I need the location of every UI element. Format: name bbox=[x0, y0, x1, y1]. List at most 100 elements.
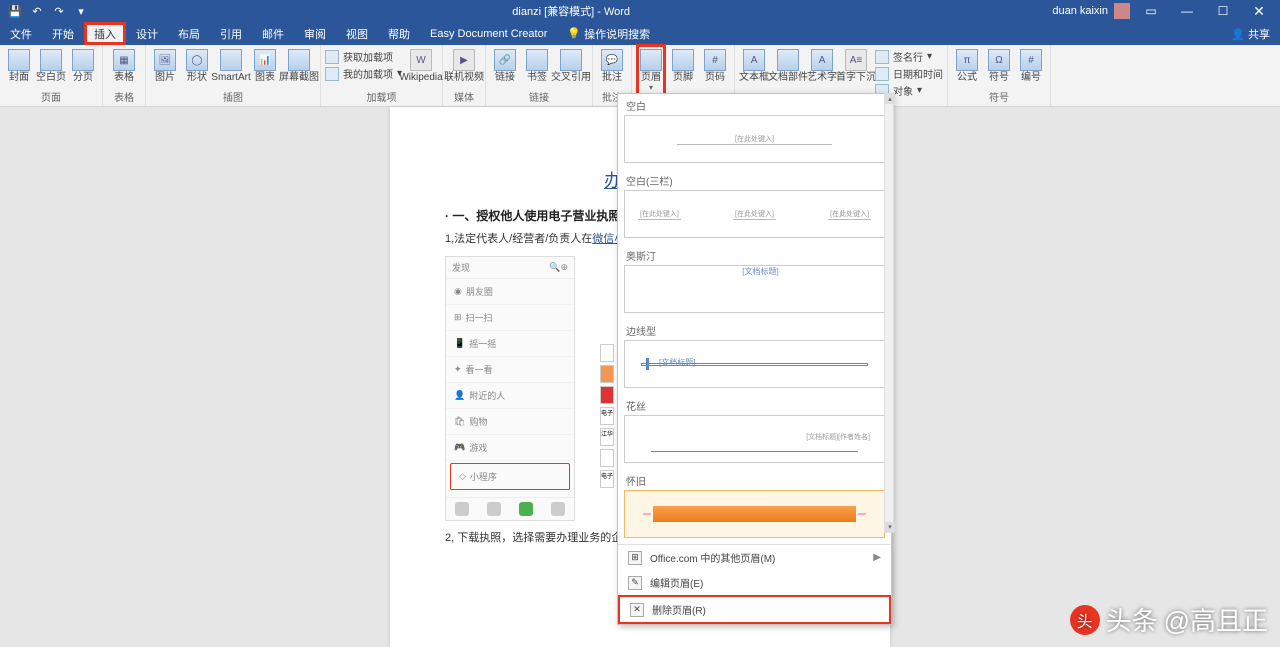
signature-line-button[interactable]: 签名行 ▾ bbox=[875, 49, 943, 64]
get-addins-button[interactable]: 获取加载项 bbox=[325, 49, 402, 64]
screenshot-button[interactable]: 屏幕截图 bbox=[282, 47, 316, 83]
footer-button[interactable]: 页脚 bbox=[668, 47, 698, 83]
gallery-section-label: 奥斯汀 bbox=[618, 244, 891, 265]
equation-button[interactable]: π公式 bbox=[952, 47, 982, 83]
textbox-button[interactable]: A文本框 bbox=[739, 47, 769, 83]
gallery-item-filigree[interactable]: [文档标题][作者姓名] bbox=[624, 415, 885, 463]
title-bar: 💾 ↶ ↷ ▾ dianzi [兼容模式] - Word duan kaixin… bbox=[0, 0, 1280, 22]
tab-insert[interactable]: 插入 bbox=[84, 22, 126, 45]
group-media: ▶联机视频 媒体 bbox=[443, 45, 486, 106]
smartart-icon bbox=[220, 49, 242, 71]
save-icon[interactable]: 💾 bbox=[6, 2, 24, 20]
shapes-button[interactable]: ◯形状 bbox=[182, 47, 212, 83]
cover-page-button[interactable]: 封面 bbox=[4, 47, 34, 83]
page-icon bbox=[8, 49, 30, 71]
share-button[interactable]: 👤 共享 bbox=[1231, 26, 1270, 42]
scroll-down-icon[interactable]: ▾ bbox=[885, 522, 895, 532]
bookmark-button[interactable]: 书签 bbox=[522, 47, 552, 83]
remove-header-menu-item[interactable]: ✕ 删除页眉(R) bbox=[618, 595, 891, 624]
gallery-item-blank[interactable]: [在此处键入] bbox=[624, 115, 885, 163]
redo-icon[interactable]: ↷ bbox=[50, 2, 68, 20]
watermark: 头 头条 @高且正 bbox=[1070, 601, 1268, 638]
tab-review[interactable]: 审阅 bbox=[294, 22, 336, 45]
shapes-icon: ◯ bbox=[186, 49, 208, 71]
smartart-button[interactable]: SmartArt bbox=[214, 47, 248, 83]
gallery-item-austin[interactable]: [文档标题] bbox=[624, 265, 885, 313]
minimize-button[interactable]: — bbox=[1172, 0, 1202, 22]
page-number-button[interactable]: #页码 bbox=[700, 47, 730, 83]
scroll-up-icon[interactable]: ▴ bbox=[885, 94, 895, 104]
gallery-item-sideline[interactable]: [文档标题] bbox=[624, 340, 885, 388]
tab-layout[interactable]: 布局 bbox=[168, 22, 210, 45]
tab-file[interactable]: 文件 bbox=[0, 22, 42, 45]
document-title: dianzi [兼容模式] - Word bbox=[90, 3, 1052, 19]
qat-customize-icon[interactable]: ▾ bbox=[72, 2, 90, 20]
undo-icon[interactable]: ↶ bbox=[28, 2, 46, 20]
group-links: 🔗链接 书签 交叉引用 链接 bbox=[486, 45, 593, 106]
maximize-button[interactable]: ☐ bbox=[1208, 0, 1238, 22]
page-break-button[interactable]: 分页 bbox=[68, 47, 98, 83]
equation-icon: π bbox=[956, 49, 978, 71]
bookmark-icon bbox=[526, 49, 548, 71]
tab-view[interactable]: 视图 bbox=[336, 22, 378, 45]
embedded-image-wechat: 发现🔍⊕ ◉朋友圈 ⊞扫一扫 📱摇一摇 ✦看一看 👤附近的人 🛍购物 🎮游戏 ◇… bbox=[445, 256, 575, 521]
tellme[interactable]: 💡 操作说明搜索 bbox=[557, 22, 660, 45]
blank-page-button[interactable]: 空白页 bbox=[36, 47, 66, 83]
chart-icon: 📊 bbox=[254, 49, 276, 71]
avatar[interactable] bbox=[1114, 3, 1130, 19]
chart-button[interactable]: 📊图表 bbox=[250, 47, 280, 83]
symbol-button[interactable]: Ω符号 bbox=[984, 47, 1014, 83]
dropcap-icon: A≡ bbox=[845, 49, 867, 71]
group-table: ▦表格 表格 bbox=[103, 45, 146, 106]
edit-header-menu-item[interactable]: ✎ 编辑页眉(E) bbox=[618, 570, 891, 595]
tab-references[interactable]: 引用 bbox=[210, 22, 252, 45]
my-addins-button[interactable]: 我的加载项 ▾ bbox=[325, 66, 402, 81]
thumb: 江华 bbox=[600, 428, 614, 446]
video-icon: ▶ bbox=[453, 49, 475, 71]
table-button[interactable]: ▦表格 bbox=[107, 47, 141, 83]
remove-icon: ✕ bbox=[630, 603, 644, 617]
close-button[interactable]: ✕ bbox=[1244, 0, 1274, 22]
gallery-scrollbar[interactable]: ▴ ▾ bbox=[884, 93, 894, 533]
header-gallery-dropdown: 空白 [在此处键入] 空白(三栏) [在此处键入][在此处键入][在此处键入] … bbox=[617, 93, 892, 625]
online-video-button[interactable]: ▶联机视频 bbox=[447, 47, 481, 83]
signature-icon bbox=[875, 50, 889, 64]
ribbon-tabs: 文件 开始 插入 设计 布局 引用 邮件 审阅 视图 帮助 Easy Docum… bbox=[0, 22, 1280, 45]
hyperlink-button[interactable]: 🔗链接 bbox=[490, 47, 520, 83]
tab-help[interactable]: 帮助 bbox=[378, 22, 420, 45]
number-button[interactable]: #编号 bbox=[1016, 47, 1046, 83]
pictures-button[interactable]: 🖼图片 bbox=[150, 47, 180, 83]
wordart-button[interactable]: A艺术字 bbox=[807, 47, 837, 83]
crossref-button[interactable]: 交叉引用 bbox=[554, 47, 588, 83]
tab-design[interactable]: 设计 bbox=[126, 22, 168, 45]
quickparts-button[interactable]: 文档部件 bbox=[771, 47, 805, 83]
store-icon bbox=[325, 50, 339, 64]
gallery-item-retro[interactable] bbox=[624, 490, 885, 538]
tab-edc[interactable]: Easy Document Creator bbox=[420, 22, 557, 45]
embedded-thumbnails: 电子 江华 电子 bbox=[600, 344, 616, 488]
quickparts-icon bbox=[777, 49, 799, 71]
page-icon bbox=[40, 49, 62, 71]
more-headers-menu-item[interactable]: ⊞ Office.com 中的其他页眉(M) ▶ bbox=[618, 545, 891, 570]
edit-icon: ✎ bbox=[628, 576, 642, 590]
link-icon: 🔗 bbox=[494, 49, 516, 71]
ribbon-options-icon[interactable]: ▭ bbox=[1136, 0, 1166, 22]
wikipedia-button[interactable]: WWikipedia bbox=[404, 47, 438, 83]
dropcap-button[interactable]: A≡首字下沉 bbox=[839, 47, 873, 83]
thumb: 电子 bbox=[600, 470, 614, 488]
gallery-footer: ⊞ Office.com 中的其他页眉(M) ▶ ✎ 编辑页眉(E) ✕ 删除页… bbox=[618, 544, 891, 624]
comment-button[interactable]: 💬批注 bbox=[597, 47, 627, 83]
tab-mail[interactable]: 邮件 bbox=[252, 22, 294, 45]
chevron-right-icon: ▶ bbox=[873, 552, 881, 563]
gallery-item-blank-3col[interactable]: [在此处键入][在此处键入][在此处键入] bbox=[624, 190, 885, 238]
table-icon: ▦ bbox=[113, 49, 135, 71]
group-symbols: π公式 Ω符号 #编号 符号 bbox=[948, 45, 1051, 106]
datetime-icon bbox=[875, 67, 889, 81]
tab-home[interactable]: 开始 bbox=[42, 22, 84, 45]
picture-icon: 🖼 bbox=[154, 49, 176, 71]
group-illustrations: 🖼图片 ◯形状 SmartArt 📊图表 屏幕截图 插图 bbox=[146, 45, 321, 106]
symbol-icon: Ω bbox=[988, 49, 1010, 71]
thumb bbox=[600, 449, 614, 467]
datetime-button[interactable]: 日期和时间 bbox=[875, 66, 943, 81]
thumb bbox=[600, 386, 614, 404]
